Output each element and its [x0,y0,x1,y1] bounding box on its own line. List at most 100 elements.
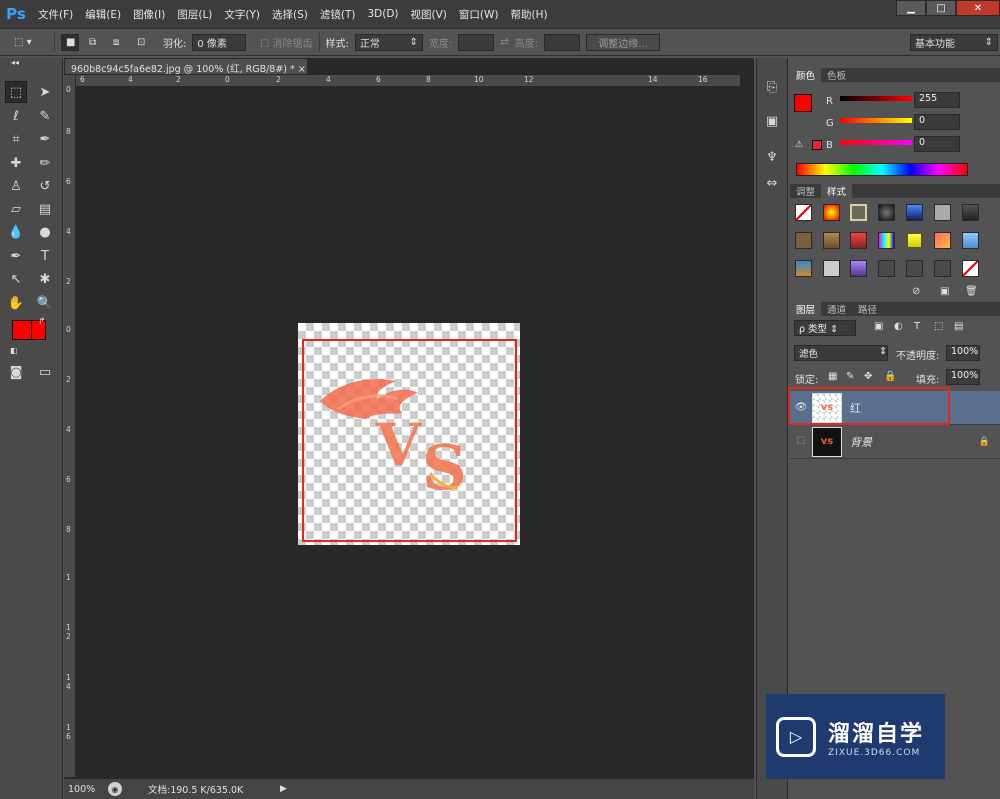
lasso-tool-icon[interactable]: ℓ [5,105,27,127]
filter-pixel-icon[interactable]: ▣ [874,321,883,332]
clone-stamp-tool-icon[interactable]: ♙ [5,175,27,197]
minimize-button[interactable]: ▁ [896,0,926,16]
add-selection-icon[interactable]: ⧉ [85,34,103,51]
restore-button[interactable]: □ [926,0,956,16]
shape-tool-icon[interactable]: ✱ [34,268,56,290]
width-input[interactable] [458,33,495,51]
brush-preset-panel-icon[interactable]: ♆ [761,146,783,168]
style-swatch[interactable] [878,260,895,277]
screen-mode-icon[interactable]: ▭ [34,361,56,383]
swap-colors-icon[interactable]: ↱ [38,317,46,327]
r-input[interactable]: 255 [914,92,960,108]
document-tab[interactable]: 960b8c94c5fa6e82.jpg @ 100% (红, RGB/8#) … [64,58,308,75]
gradient-tool-icon[interactable]: ▤ [34,198,56,220]
move-tool-icon[interactable]: ➤ [34,81,56,103]
lock-pixels-icon[interactable]: ✎ [846,371,854,382]
layer-filter-select[interactable]: ρ 类型 ⇕ [794,320,856,336]
new-selection-icon[interactable]: ■ [61,33,79,51]
style-swatch[interactable] [823,232,840,249]
b-slider[interactable] [840,140,912,145]
filter-adjust-icon[interactable]: ◐ [894,321,903,332]
gamut-warning-icon[interactable]: ⚠ [795,140,803,150]
height-input[interactable] [544,33,581,51]
collapse-icon[interactable]: ◂◂ [4,58,26,67]
hand-tool-icon[interactable]: ✋ [5,292,27,314]
close-button[interactable]: ✕ [956,0,1000,16]
style-swatch[interactable] [962,232,979,249]
style-swatch[interactable] [878,204,895,221]
quick-select-tool-icon[interactable]: ✎ [34,105,56,127]
style-swatch[interactable] [906,232,923,249]
properties-panel-icon[interactable]: ▣ [761,110,783,132]
swap-icon[interactable]: ⇄ [500,37,508,48]
style-select[interactable]: 正常 ⇕ [354,33,423,51]
marquee-tool-icon[interactable]: ⬚ [5,81,27,103]
eraser-tool-icon[interactable]: ▱ [5,198,27,220]
menu-image[interactable]: 图像(I) [127,7,171,22]
dodge-tool-icon[interactable]: ● [34,221,56,243]
menu-help[interactable]: 帮助(H) [505,7,554,22]
marquee-preset-icon[interactable]: ⬚ ▾ [10,34,48,51]
tab-color[interactable]: 颜色 [790,68,822,82]
tab-swatches[interactable]: 色板 [821,68,852,82]
lock-position-icon[interactable]: ✥ [864,371,872,382]
blur-tool-icon[interactable]: 💧 [5,221,27,243]
workspace-select[interactable]: 基本功能 ⇕ [910,33,998,51]
quick-mask-icon[interactable]: ◙ [5,361,27,383]
foreground-color-swatch[interactable] [794,94,812,112]
intersect-selection-icon[interactable]: ⊡ [133,34,151,51]
style-swatch[interactable] [906,204,923,221]
filter-smart-icon[interactable]: ▤ [954,321,963,332]
style-swatch[interactable] [878,232,895,249]
filter-shape-icon[interactable]: ⬚ [934,321,943,332]
r-slider[interactable] [840,96,912,101]
fill-input[interactable]: 100% [946,369,980,385]
menu-file[interactable]: 文件(F) [32,7,79,22]
zoom-tool-icon[interactable]: 🔍 [34,292,56,314]
crop-tool-icon[interactable]: ⌗ [5,128,27,150]
antialias-checkbox[interactable]: ☐ 消除锯齿 [260,35,312,50]
lock-all-icon[interactable]: 🔒 [884,371,896,382]
color-spectrum-bar[interactable] [796,163,968,176]
style-swatch[interactable] [850,204,867,221]
style-swatch[interactable] [795,260,812,277]
zoom-level[interactable]: 100% [64,784,108,795]
path-select-tool-icon[interactable]: ↖ [5,268,27,290]
tab-styles[interactable]: 样式 [821,184,853,198]
blend-mode-select[interactable]: 滤色 ⇕ [794,345,888,361]
style-swatch[interactable] [962,204,979,221]
tab-layers[interactable]: 图层 [790,302,822,316]
info-icon[interactable]: ◉ [108,782,122,796]
eyedropper-tool-icon[interactable]: ✒ [34,128,56,150]
clear-style-icon[interactable]: ⊘ [912,286,920,297]
new-style-icon[interactable]: ▣ [940,286,949,297]
style-swatch[interactable] [823,204,840,221]
layer-row-background[interactable]: ☐ vs 背景 🔒 [790,425,1000,459]
delete-style-icon[interactable]: 🗑 [965,286,978,297]
menu-filter[interactable]: 滤镜(T) [314,7,362,22]
menu-edit[interactable]: 编辑(E) [79,7,127,22]
menu-window[interactable]: 窗口(W) [453,7,505,22]
gamut-swatch[interactable] [812,140,822,150]
g-input[interactable]: 0 [914,114,960,130]
tab-paths[interactable]: 路径 [852,302,883,316]
style-swatch[interactable] [795,232,812,249]
close-tab-icon[interactable]: × [298,64,306,74]
style-swatch[interactable] [823,260,840,277]
b-input[interactable]: 0 [914,136,960,152]
style-swatch[interactable] [795,204,812,221]
style-swatch[interactable] [850,260,867,277]
menu-type[interactable]: 文字(Y) [218,7,266,22]
layer-name[interactable]: 背景 [850,434,872,450]
tab-adjustments[interactable]: 调整 [790,184,821,198]
history-panel-icon[interactable]: ⎘ [761,76,783,98]
healing-brush-tool-icon[interactable]: ✚ [5,152,27,174]
style-swatch[interactable] [934,232,951,249]
subtract-selection-icon[interactable]: ⧈ [109,34,127,51]
feather-input[interactable]: 0 像素 [192,33,247,51]
lock-transparent-icon[interactable]: ▦ [828,371,837,382]
style-swatch[interactable] [850,232,867,249]
tab-channels[interactable]: 通道 [821,302,852,316]
g-slider[interactable] [840,118,912,123]
style-swatch[interactable] [934,204,951,221]
